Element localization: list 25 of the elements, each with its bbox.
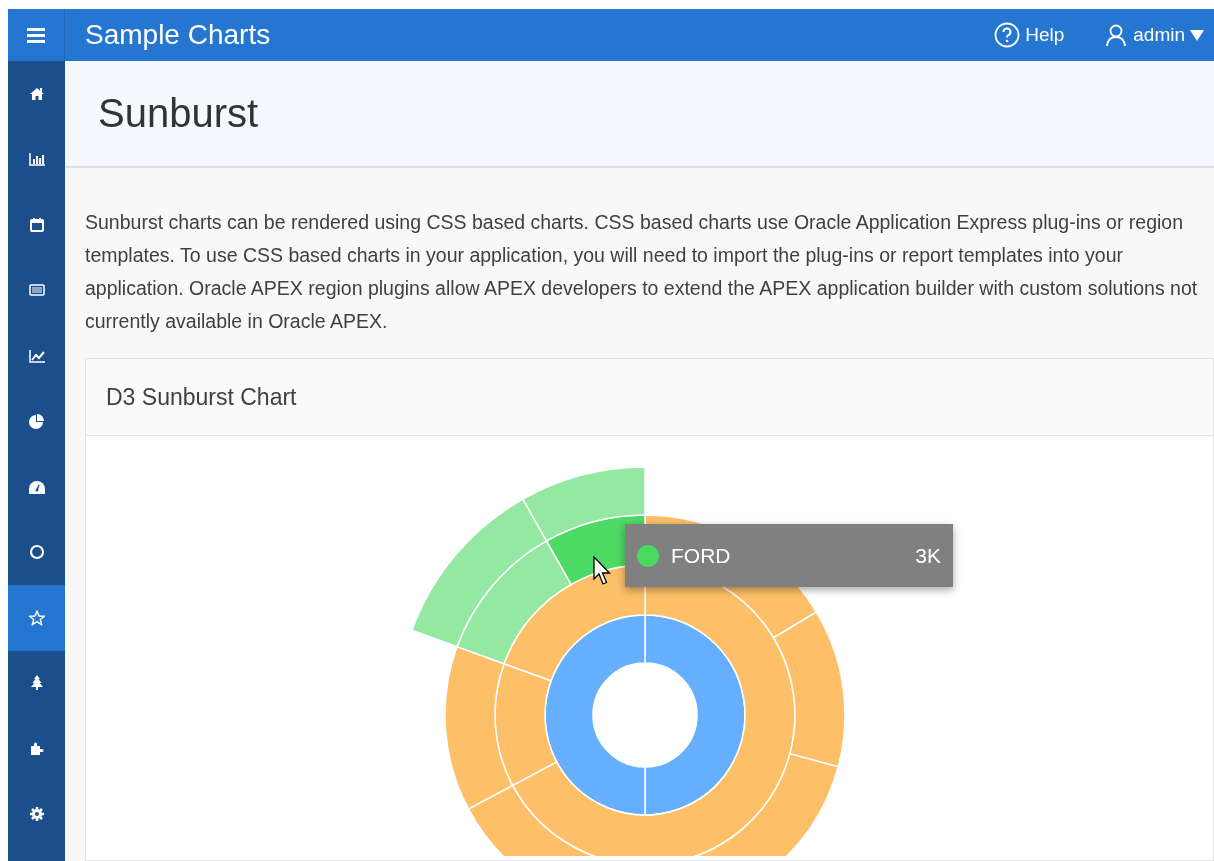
circle-icon bbox=[27, 543, 46, 562]
star-icon bbox=[27, 608, 46, 627]
description-text: Sunburst charts can be rendered using CSS based charts. CSS based charts use Oracle Application Express plug-ins or region templates. To use CSS based charts in your application, you will need to import the plug-ins or report templates into your application. Oracle APEX region plugins allow APEX developers to extend the APEX application builder with custom solutions not currently available in Oracle APEX. bbox=[85, 210, 1199, 334]
pie-chart-icon bbox=[27, 412, 46, 431]
tooltip-label: FORD bbox=[671, 543, 732, 568]
sunburst-segment[interactable] bbox=[503, 564, 646, 682]
card-title: D3 Sunburst Chart bbox=[106, 383, 297, 411]
page-title: Sunburst bbox=[98, 91, 259, 136]
menu-icon bbox=[27, 27, 45, 43]
sunburst-segment[interactable] bbox=[644, 614, 746, 816]
help-link[interactable]: Help bbox=[994, 22, 1065, 48]
user-icon bbox=[1104, 23, 1129, 47]
cursor-icon bbox=[593, 556, 613, 586]
tooltip-value: 3K bbox=[915, 543, 941, 568]
bar-chart-icon bbox=[27, 150, 46, 169]
caret-icon bbox=[1190, 29, 1204, 41]
sunburst-segment[interactable] bbox=[522, 466, 646, 542]
app-title: Sample Charts bbox=[85, 19, 272, 51]
menu-button[interactable] bbox=[8, 9, 65, 61]
sunburst-segment[interactable] bbox=[494, 662, 558, 787]
calendar-icon bbox=[27, 215, 46, 234]
help-icon bbox=[994, 22, 1021, 48]
settings-icon bbox=[27, 805, 46, 824]
sunburst-segment[interactable] bbox=[544, 614, 646, 816]
user-menu[interactable]: admin bbox=[1104, 23, 1204, 47]
